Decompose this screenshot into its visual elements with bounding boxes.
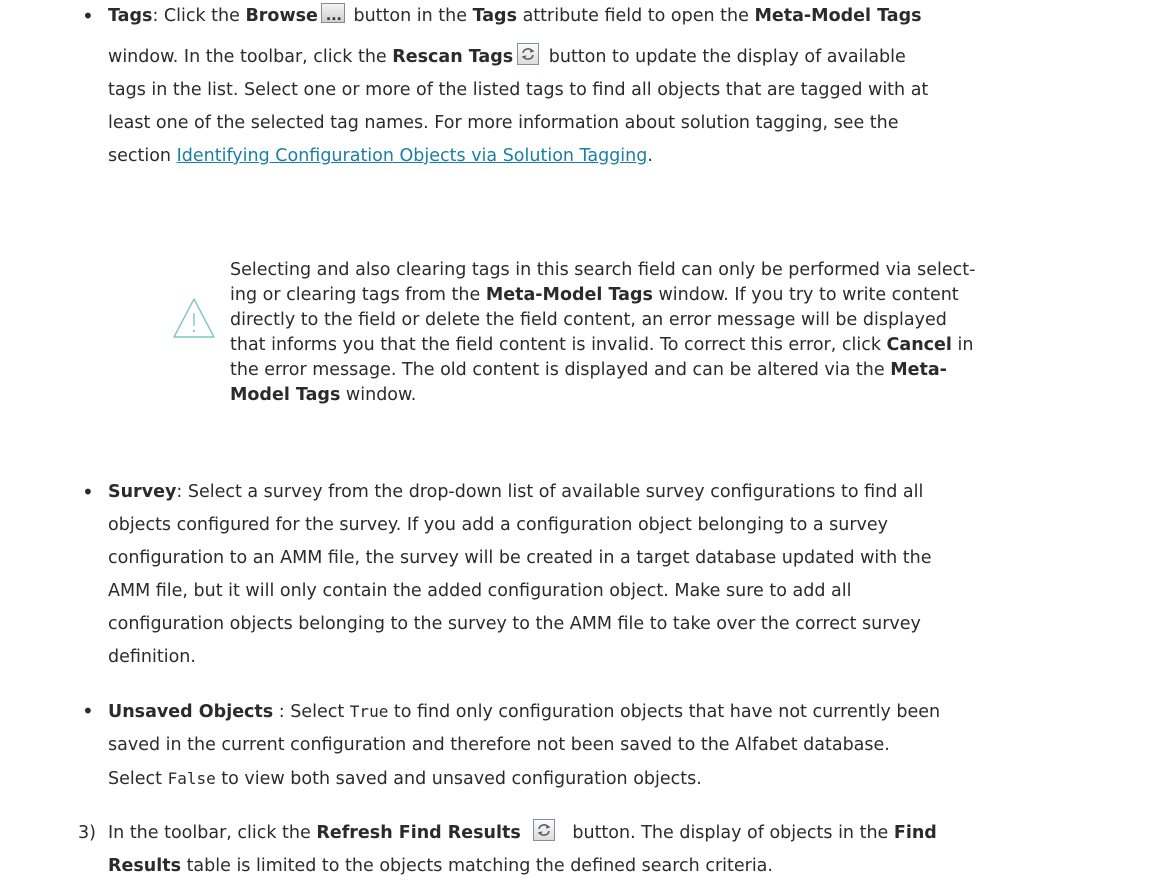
true-value: True [349, 702, 389, 721]
survey-line-1: Survey: Select a survey from the drop-do… [108, 476, 1153, 509]
model-tags-term: Model Tags [230, 385, 341, 405]
tags-paragraph: Tags: Click the Browse button in the Tag… [108, 0, 1153, 173]
step-3-paragraph: In the toolbar, click the Refresh Find R… [108, 817, 1158, 883]
text: in [951, 335, 974, 355]
survey-line-3: configuration to an AMM file, the survey… [108, 548, 932, 568]
text: table is limited to the objects matching… [181, 856, 773, 876]
results-term: Results [108, 856, 181, 876]
text: that informs you that the field content … [230, 335, 887, 355]
text: button to update the display of availabl… [543, 47, 906, 67]
bullet-unsaved: • [82, 699, 94, 723]
survey-line-6: definition. [108, 647, 196, 667]
text: : Click the [152, 6, 246, 26]
text: to view both saved and unsaved configura… [215, 769, 702, 789]
text: In the toolbar, click the [108, 823, 317, 843]
unsaved-line-2: saved in the current configuration and t… [108, 735, 890, 755]
tags-term: Tags [472, 6, 517, 26]
text: : Select [273, 702, 350, 722]
meta-model-tags-term: Meta-Model Tags [485, 285, 653, 305]
text: window. [340, 385, 417, 405]
survey-line-5: configuration objects belonging to the s… [108, 614, 921, 634]
note-text: Selecting and also clearing tags in this… [230, 258, 1150, 408]
tags-label: Tags [108, 6, 153, 26]
text: button. The display of objects in the [566, 823, 894, 843]
refresh-find-results-term: Refresh Find Results [316, 823, 521, 843]
refresh-icon [532, 819, 555, 841]
text: button in the [347, 6, 473, 26]
note-line-5: the error message. The old content is di… [230, 358, 1150, 383]
warning-icon [173, 298, 215, 338]
survey-label: Survey [108, 482, 177, 502]
unsaved-line-1: Unsaved Objects : Select True to find on… [108, 695, 1153, 729]
browse-button-icon [320, 0, 345, 33]
unsaved-line-3: Select False to view both saved and unsa… [108, 762, 1153, 796]
text: ing or clearing tags from the [230, 285, 486, 305]
tags-line-4: least one of the selected tag names. For… [108, 113, 899, 133]
text: Select [108, 769, 168, 789]
text: attribute field to open the [517, 6, 755, 26]
tags-line-3: tags in the list. Select one or more of … [108, 80, 929, 100]
bullet-survey: • [82, 480, 94, 504]
text: to find only configuration objects that … [388, 702, 941, 722]
bullet-tags: • [82, 4, 94, 28]
note-line-6: Model Tags window. [230, 383, 1150, 408]
tags-line-2: window. In the toolbar, click the Rescan… [108, 41, 1153, 74]
find-term: Find [893, 823, 937, 843]
cancel-term: Cancel [886, 335, 952, 355]
tags-line-5: section Identifying Configuration Object… [108, 140, 1153, 173]
unsaved-label: Unsaved Objects [108, 702, 274, 722]
step-line-2: Results table is limited to the objects … [108, 850, 1158, 883]
text: . [647, 146, 653, 166]
false-value: False [167, 769, 216, 788]
solution-tagging-link[interactable]: Identifying Configuration Objects via So… [177, 146, 648, 166]
note-line-1: Selecting and also clearing tags in this… [230, 260, 976, 280]
note-line-3: directly to the field or delete the fiel… [230, 310, 947, 330]
text: window. If you try to write content [652, 285, 959, 305]
rescan-tags-icon [517, 43, 540, 65]
note-line-2: ing or clearing tags from the Meta-Model… [230, 283, 1150, 308]
survey-paragraph: Survey: Select a survey from the drop-do… [108, 476, 1153, 674]
meta-term: Meta- [890, 360, 947, 380]
text: window. In the toolbar, click the [108, 47, 393, 67]
meta-model-tags-term: Meta-Model Tags [754, 6, 922, 26]
step-number: 3) [78, 823, 96, 843]
text: the error message. The old content is di… [230, 360, 891, 380]
survey-line-2: objects configured for the survey. If yo… [108, 515, 889, 535]
survey-line-4: AMM file, but it will only contain the a… [108, 581, 852, 601]
rescan-tags-term: Rescan Tags [392, 47, 514, 67]
browse-term: Browse [245, 6, 318, 26]
unsaved-paragraph: Unsaved Objects : Select True to find on… [108, 695, 1153, 796]
text: section [108, 146, 177, 166]
note-line-4: that informs you that the field content … [230, 333, 1150, 358]
tags-line-1: Tags: Click the Browse button in the Tag… [108, 0, 1153, 33]
step-line-1: In the toolbar, click the Refresh Find R… [108, 817, 1158, 850]
text: : Select a survey from the drop-down lis… [176, 482, 924, 502]
